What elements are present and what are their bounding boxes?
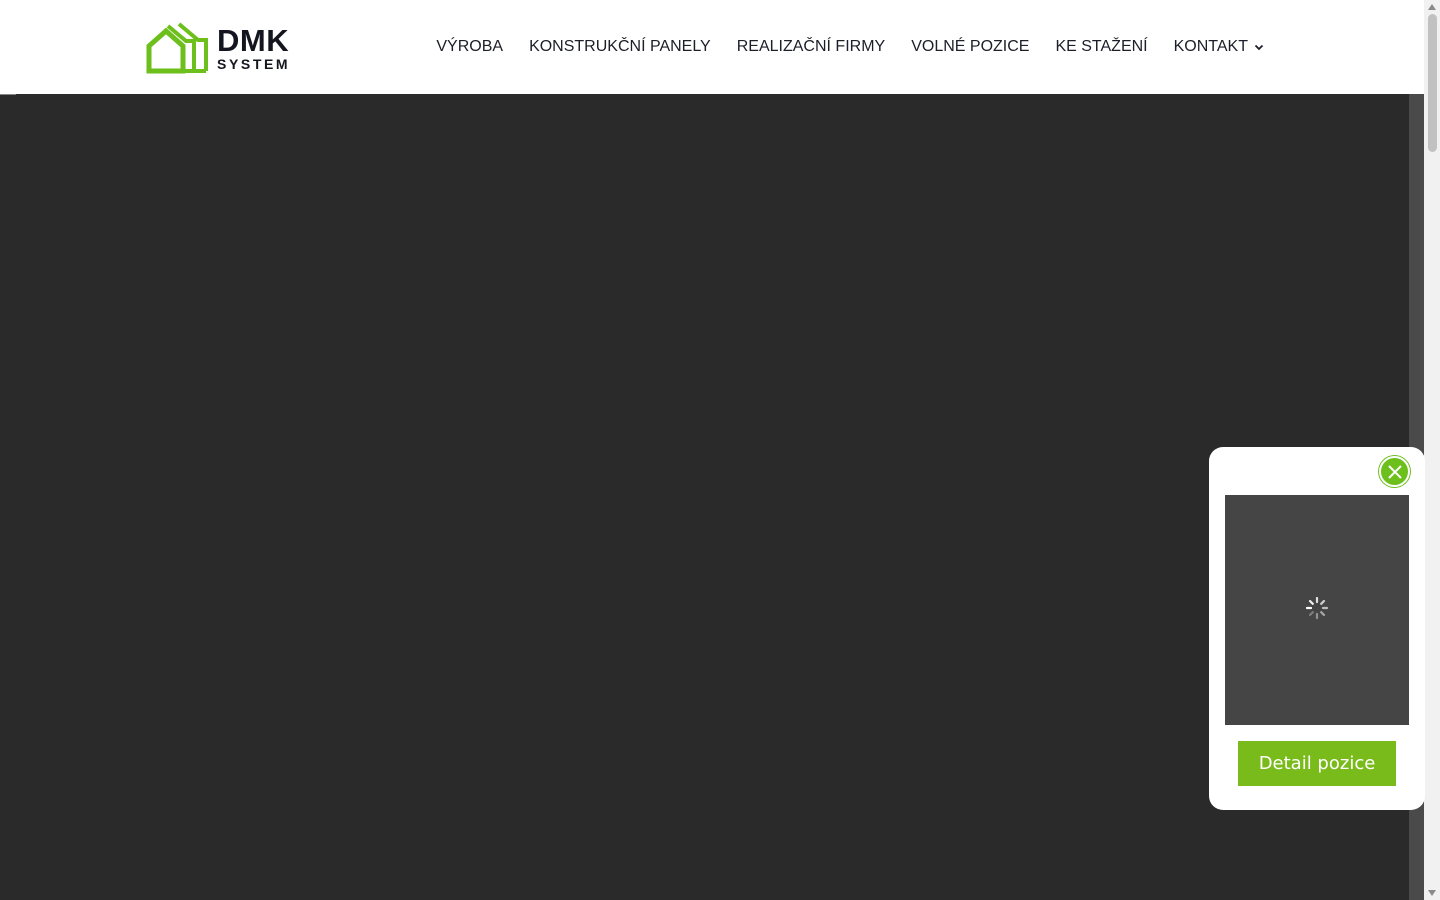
page: DMK SYSTEM VÝROBA KONSTRUKČNÍ PANELY REA… xyxy=(0,0,1440,900)
hero-top-edge xyxy=(0,94,16,95)
nav-item-kontakt[interactable]: KONTAKT xyxy=(1174,38,1264,56)
chevron-down-icon xyxy=(1254,38,1264,56)
nav-item-realizacni-firmy[interactable]: REALIZAČNÍ FIRMY xyxy=(737,38,885,56)
nav-item-label: KONTAKT xyxy=(1173,38,1248,55)
nav-item-label: VÝROBA xyxy=(436,38,504,55)
popup-media xyxy=(1225,495,1409,725)
main-navigation: VÝROBA KONSTRUKČNÍ PANELY REALIZAČNÍ FIR… xyxy=(436,0,1264,94)
page-scrollbar[interactable] xyxy=(1424,0,1440,900)
logo-name: DMK xyxy=(217,23,290,58)
job-popup: Detail pozice xyxy=(1209,447,1425,810)
close-button[interactable] xyxy=(1379,456,1410,487)
nav-item-ke-stazeni[interactable]: KE STAŽENÍ xyxy=(1055,38,1147,56)
nav-item-volne-pozice[interactable]: VOLNÉ POZICE xyxy=(911,38,1029,56)
scroll-down-arrow-icon[interactable] xyxy=(1428,890,1436,896)
scrollbar-thumb[interactable] xyxy=(1428,14,1437,152)
logo-subname: SYSTEM xyxy=(217,56,291,72)
nav-item-vyroba[interactable]: VÝROBA xyxy=(436,38,503,56)
nav-item-label: VOLNÉ POZICE xyxy=(911,38,1030,55)
site-logo[interactable]: DMK SYSTEM xyxy=(146,22,290,74)
close-icon xyxy=(1387,464,1402,479)
nav-item-label: REALIZAČNÍ FIRMY xyxy=(736,38,886,55)
nav-item-label: KONSTRUKČNÍ PANELY xyxy=(529,38,711,55)
logo-wordmark: DMK SYSTEM xyxy=(217,25,290,71)
hero-section xyxy=(0,94,1409,900)
nav-item-konstrukcni-panely[interactable]: KONSTRUKČNÍ PANELY xyxy=(529,38,711,56)
detail-position-button[interactable]: Detail pozice xyxy=(1238,741,1396,786)
site-header: DMK SYSTEM VÝROBA KONSTRUKČNÍ PANELY REA… xyxy=(0,0,1424,94)
nav-item-label: KE STAŽENÍ xyxy=(1055,38,1148,55)
loading-spinner-icon xyxy=(1305,596,1329,620)
house-outline-icon xyxy=(146,22,208,74)
scroll-up-arrow-icon[interactable] xyxy=(1428,4,1436,10)
